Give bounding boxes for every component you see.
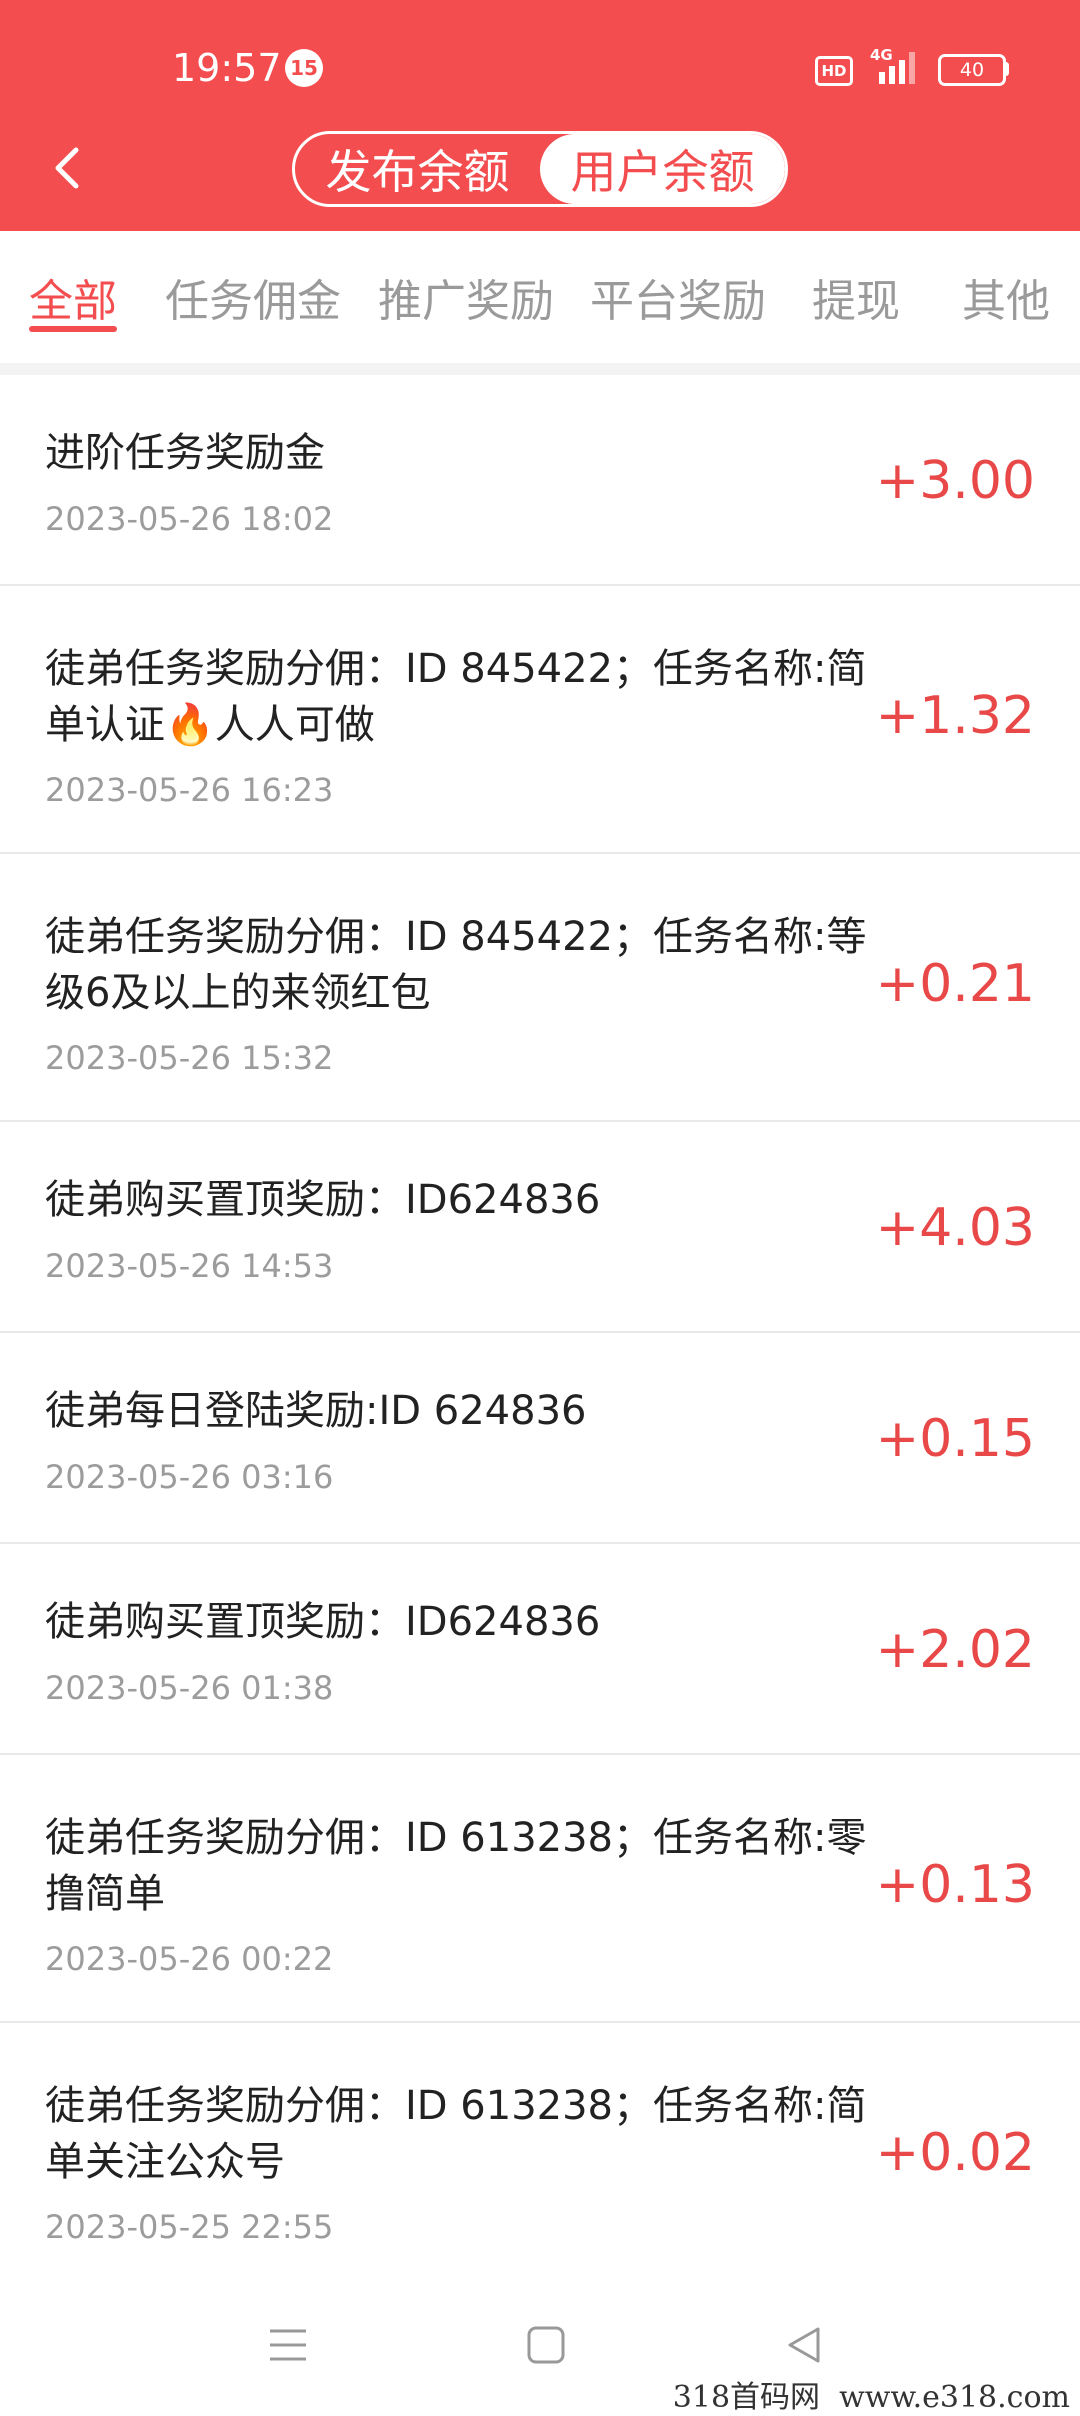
tab-task-commission[interactable]: 任务佣金 — [165, 265, 341, 329]
tab-all[interactable]: 全部 — [29, 265, 117, 329]
record-date: 2023-05-26 03:16 — [45, 1458, 334, 1496]
record-title: 徒弟每日登陆奖励:ID 624836 — [45, 1388, 587, 1434]
notification-badge: 15 — [285, 49, 323, 87]
segment-publish-balance[interactable]: 发布余额 — [295, 134, 540, 204]
tabs-divider — [0, 363, 1080, 375]
home-square-icon[interactable] — [526, 2325, 566, 2365]
list-item[interactable]: 徒弟购买置顶奖励：ID624836 2023-05-26 14:53 +4.03 — [0, 1122, 1080, 1333]
record-amount: +0.02 — [875, 2123, 1035, 2183]
tab-promotion-reward[interactable]: 推广奖励 — [378, 265, 554, 329]
record-title: 徒弟购买置顶奖励：ID624836 — [45, 1177, 601, 1223]
list-item[interactable]: 徒弟任务奖励分佣：ID 613238；任务名称:零撸简单 2023-05-26 … — [0, 1755, 1080, 2023]
tab-withdraw[interactable]: 提现 — [812, 265, 900, 329]
balance-segment-control: 发布余额 用户余额 — [292, 131, 788, 207]
list-item[interactable]: 进阶任务奖励金 2023-05-26 18:02 +3.00 — [0, 375, 1080, 586]
active-tab-indicator — [29, 326, 117, 332]
list-item[interactable]: 徒弟任务奖励分佣：ID 845422；任务名称:简单认证🔥人人可做 2023-0… — [0, 586, 1080, 854]
record-date: 2023-05-26 01:38 — [45, 1669, 334, 1707]
header-bar: 19:57 15 HD 4G 40 发布余额 用户余额 — [0, 0, 1080, 231]
category-tabs: 全部 任务佣金 推广奖励 平台奖励 提现 其他 — [0, 231, 1080, 363]
balance-record-list: 进阶任务奖励金 2023-05-26 18:02 +3.00 徒弟任务奖励分佣：… — [0, 375, 1080, 2289]
tab-platform-reward[interactable]: 平台奖励 — [590, 265, 766, 329]
record-title: 徒弟任务奖励分佣：ID 613238；任务名称:零撸简单 — [45, 1815, 867, 1917]
status-time: 19:57 — [172, 46, 282, 90]
back-triangle-icon[interactable] — [784, 2325, 824, 2365]
record-title: 徒弟购买置顶奖励：ID624836 — [45, 1599, 601, 1645]
back-arrow-icon[interactable] — [46, 142, 90, 194]
list-item[interactable]: 徒弟任务奖励分佣：ID 613238；任务名称:简单关注公众号 2023-05-… — [0, 2023, 1080, 2289]
record-date: 2023-05-26 00:22 — [45, 1940, 334, 1978]
record-title: 徒弟任务奖励分佣：ID 613238；任务名称:简单关注公众号 — [45, 2083, 867, 2185]
list-item[interactable]: 徒弟购买置顶奖励：ID624836 2023-05-26 01:38 +2.02 — [0, 1544, 1080, 1755]
record-amount: +0.13 — [875, 1855, 1035, 1915]
record-date: 2023-05-25 22:55 — [45, 2208, 334, 2246]
record-title: 进阶任务奖励金 — [45, 430, 325, 476]
battery-cap — [1004, 62, 1009, 76]
record-date: 2023-05-26 15:32 — [45, 1039, 334, 1077]
segment-user-balance[interactable]: 用户余额 — [540, 134, 785, 204]
tab-other[interactable]: 其他 — [962, 265, 1050, 329]
watermark-text: 318首码网 www.e318.com — [672, 2380, 1070, 2415]
record-amount: +3.00 — [875, 451, 1035, 511]
record-date: 2023-05-26 18:02 — [45, 500, 334, 538]
record-date: 2023-05-26 16:23 — [45, 771, 334, 809]
hd-icon: HD — [815, 56, 853, 86]
menu-icon[interactable] — [268, 2325, 308, 2365]
signal-icon — [879, 52, 915, 84]
list-item[interactable]: 徒弟任务奖励分佣：ID 845422；任务名称:等级6及以上的来领红包 2023… — [0, 854, 1080, 1122]
record-amount: +0.21 — [875, 954, 1035, 1014]
list-item[interactable]: 徒弟每日登陆奖励:ID 624836 2023-05-26 03:16 +0.1… — [0, 1333, 1080, 1544]
record-title: 徒弟任务奖励分佣：ID 845422；任务名称:等级6及以上的来领红包 — [45, 914, 867, 1016]
record-amount: +2.02 — [875, 1620, 1035, 1680]
record-amount: +0.15 — [875, 1409, 1035, 1469]
battery-icon: 40 — [938, 54, 1006, 86]
record-date: 2023-05-26 14:53 — [45, 1247, 334, 1285]
record-title: 徒弟任务奖励分佣：ID 845422；任务名称:简单认证🔥人人可做 — [45, 646, 867, 748]
record-amount: +1.32 — [875, 686, 1035, 746]
record-amount: +4.03 — [875, 1198, 1035, 1258]
